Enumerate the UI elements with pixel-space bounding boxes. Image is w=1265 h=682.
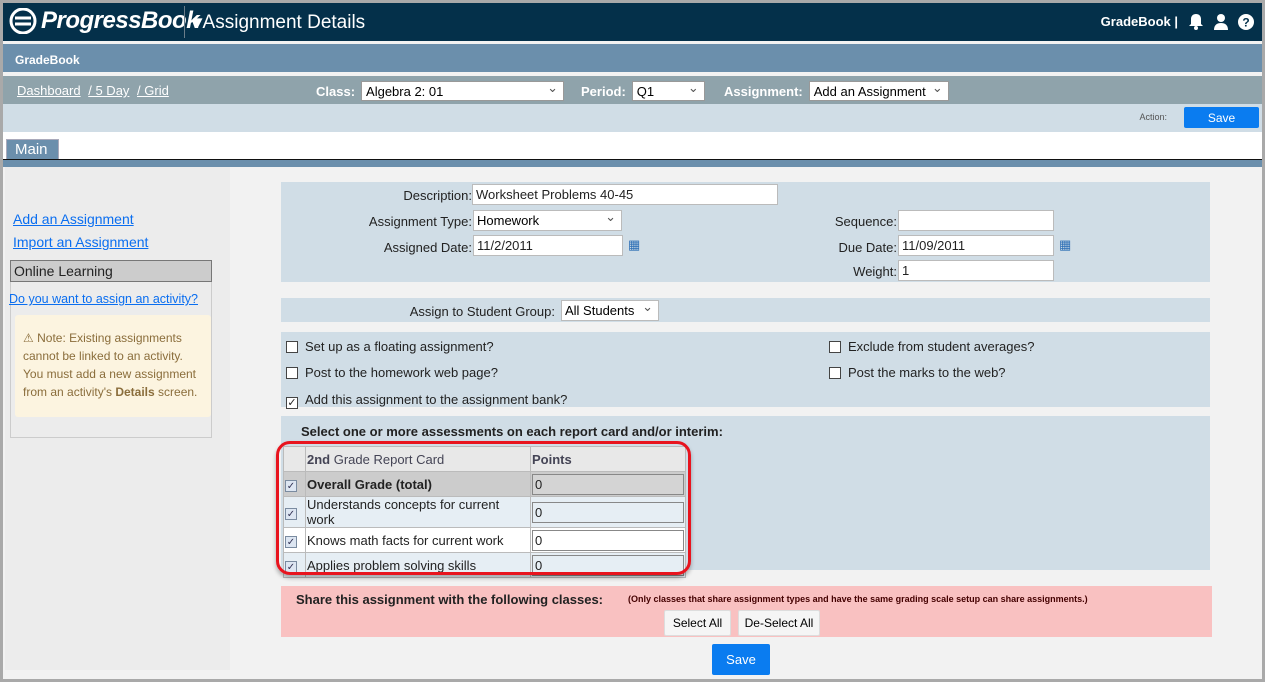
- homework-page-checkbox[interactable]: Post to the homework web page?: [286, 365, 498, 380]
- user-icon[interactable]: [1214, 13, 1228, 30]
- weight-input[interactable]: 1: [898, 260, 1054, 281]
- period-select[interactable]: Q1: [631, 80, 705, 101]
- action-bar: Action: Save: [3, 104, 1262, 132]
- page-title[interactable]: ▾Assignment Details: [193, 11, 365, 34]
- assigned-date-input[interactable]: 11/2/2011: [473, 235, 623, 256]
- class-select[interactable]: Algebra 2: 01: [361, 80, 565, 101]
- online-learning-header: Online Learning: [10, 260, 212, 282]
- help-icon[interactable]: ?: [1238, 13, 1254, 30]
- options-panel: Set up as a floating assignment? Exclude…: [281, 332, 1210, 409]
- nav-bar: Dashboard / 5 Day / Grid Class: Algebra 2…: [3, 76, 1262, 104]
- assignment-bank-checkbox[interactable]: ✓ Add this assignment to the assignment b…: [286, 392, 567, 409]
- subheader: GradeBook: [3, 44, 1262, 72]
- student-group-select[interactable]: All Students: [561, 299, 659, 321]
- breadcrumb-dashboard[interactable]: Dashboard: [17, 83, 81, 98]
- assignment-type-select[interactable]: Homework: [473, 209, 622, 231]
- window: ProgressBook ▾Assignment Details GradeBo…: [3, 3, 1262, 679]
- note-box: ⚠ Note: Existing assignments cannot be l…: [15, 315, 211, 417]
- calendar-icon[interactable]: ▦: [1059, 237, 1071, 253]
- logo-icon: [9, 8, 37, 34]
- tab-divider: [3, 159, 1262, 167]
- warning-icon: ⚠: [23, 331, 34, 345]
- assign-activity-link[interactable]: Do you want to assign an activity?: [9, 292, 198, 306]
- share-panel: Share this assignment with the following…: [281, 586, 1212, 637]
- progressbook-logo[interactable]: ProgressBook: [9, 7, 200, 35]
- bell-icon[interactable]: [1188, 13, 1204, 30]
- divider: [184, 6, 185, 38]
- import-assignment-link[interactable]: Import an Assignment: [13, 234, 148, 250]
- breadcrumb-5-day[interactable]: / 5 Day: [88, 83, 129, 98]
- breadcrumb: Dashboard / 5 Day / Grid: [17, 83, 169, 98]
- gradebook-link[interactable]: GradeBook |: [1101, 14, 1178, 29]
- top-bar: ProgressBook ▾Assignment Details GradeBo…: [3, 3, 1262, 41]
- save-button[interactable]: Save: [712, 644, 770, 675]
- deselect-all-button[interactable]: De-Select All: [738, 610, 820, 636]
- description-input[interactable]: Worksheet Problems 40-45: [472, 184, 778, 205]
- details-panel: Description: Worksheet Problems 40-45 As…: [281, 182, 1210, 282]
- group-panel: Assign to Student Group: All Students: [281, 298, 1210, 322]
- sidebar: Add an Assignment Import an Assignment O…: [5, 167, 230, 670]
- tab-main[interactable]: Main: [6, 139, 59, 159]
- add-assignment-link[interactable]: Add an Assignment: [13, 211, 134, 227]
- floating-checkbox[interactable]: Set up as a floating assignment?: [286, 339, 494, 354]
- breadcrumb-grid[interactable]: / Grid: [137, 83, 169, 98]
- post-marks-checkbox[interactable]: Post the marks to the web?: [829, 365, 1006, 380]
- assignment-select[interactable]: Add an Assignment: [808, 80, 949, 101]
- exclude-averages-checkbox[interactable]: Exclude from student averages?: [829, 339, 1034, 354]
- due-date-input[interactable]: 11/09/2011: [898, 235, 1054, 256]
- sequence-input[interactable]: [898, 210, 1054, 231]
- highlight-annotation: [276, 441, 691, 575]
- svg-text:?: ?: [1242, 15, 1249, 29]
- select-all-button[interactable]: Select All: [664, 610, 731, 636]
- calendar-icon[interactable]: ▦: [628, 237, 640, 253]
- save-button-top[interactable]: Save: [1184, 107, 1259, 128]
